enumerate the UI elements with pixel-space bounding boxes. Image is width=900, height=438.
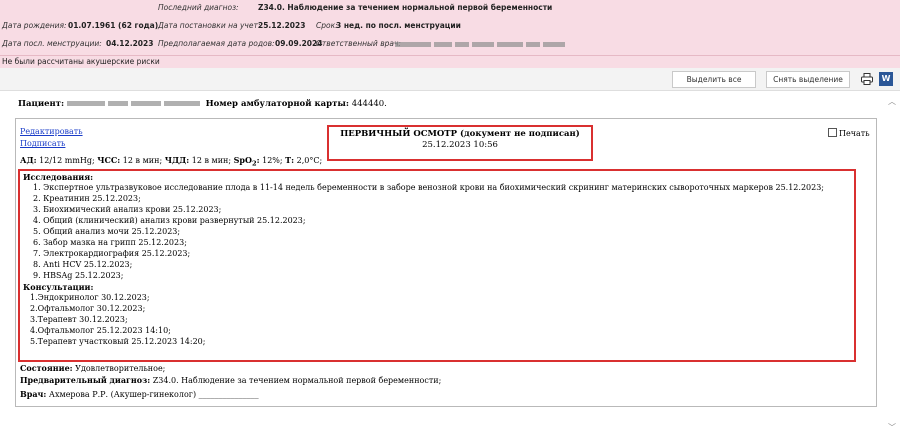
research-header: Исследования: — [23, 172, 94, 182]
research-item: 5. Общий анализ мочи 25.12.2023; — [33, 227, 181, 236]
research-item: 8. Anti HCV 25.12.2023; — [33, 260, 133, 269]
diagnosis-label: Последний диагноз: — [158, 3, 239, 12]
rr-label: ЧДД: — [164, 155, 190, 165]
checkbox-icon[interactable] — [828, 128, 837, 137]
term-value: 3 нед. по посл. менструации — [336, 21, 461, 30]
doctor-label: Врач: — [20, 389, 47, 399]
research-item: 3. Биохимический анализ крови 25.12.2023… — [33, 205, 222, 214]
patient-label: Пациент: — [18, 99, 65, 109]
doctor-line: Врач: Ахмерова Р.Р. (Акушер-гинеколог) _… — [20, 389, 259, 399]
state-label: Состояние: — [20, 363, 73, 373]
registered-value: 25.12.2023 — [258, 21, 306, 30]
card-number-value: 444440. — [351, 99, 387, 109]
hr-label: ЧСС: — [97, 155, 121, 165]
edit-link[interactable]: Редактировать — [20, 127, 83, 136]
vertical-scrollbar[interactable]: ︿ ﹀ — [886, 92, 898, 438]
deselect-button[interactable]: Снять выделение — [766, 71, 850, 88]
prelim-diagnosis-label: Предварительный диагноз: — [20, 375, 151, 385]
patient-line: Пациент: Номер амбулаторной карты: 44444… — [18, 99, 387, 109]
exam-document: Редактировать Подписать ПЕРВИЧНЫЙ ОСМОТР… — [15, 118, 877, 407]
bp-label: АД: — [20, 155, 37, 165]
prelim-diagnosis-line: Предварительный диагноз: Z34.0. Наблюден… — [20, 375, 441, 385]
spo2-label-colon: : — [256, 155, 260, 165]
hr-value: 12 в мин; — [122, 156, 163, 165]
consult-item: 4.Офтальмолог 25.12.2023 14:10; — [30, 326, 171, 335]
birth-value: 01.07.1961 (62 года) — [68, 21, 159, 30]
registered-label: Дата постановки на учет: — [158, 21, 261, 30]
responsible-doctor-label: Ответственный врач: — [316, 39, 401, 48]
toolbar: Выделить все Снять выделение — [0, 68, 900, 91]
research-consult-box: Исследования: 1. Экспертное ультразвуков… — [18, 169, 856, 362]
state-value: Удовлетворительное; — [75, 364, 166, 373]
document-datetime: 25.12.2023 10:56 — [422, 140, 498, 150]
term-label: Срок: — [316, 21, 338, 30]
temp-value: 2,0°C; — [296, 156, 323, 165]
word-export-icon[interactable]: W — [879, 72, 893, 86]
consult-item: 2.Офтальмолог 30.12.2023; — [30, 304, 146, 313]
vitals-line: АД: 12/12 mmHg; ЧСС: 12 в мин; ЧДД: 12 в… — [20, 155, 322, 168]
document-title: ПЕРВИЧНЫЙ ОСМОТР (документ не подписан) — [340, 129, 580, 139]
state-line: Состояние: Удовлетворительное; — [20, 363, 165, 373]
sign-link[interactable]: Подписать — [20, 139, 65, 148]
header-divider — [0, 55, 900, 56]
spo2-value: 12%; — [262, 156, 283, 165]
printer-icon[interactable] — [861, 73, 873, 85]
card-number-label: Номер амбулаторной карты: — [205, 99, 350, 109]
research-item: 2. Креатинин 25.12.2023; — [33, 194, 141, 203]
consult-header: Консультации: — [23, 282, 94, 292]
print-checkbox[interactable]: Печать — [828, 128, 870, 138]
patient-name-redacted — [66, 99, 206, 109]
research-item: 4. Общий (клинический) анализ крови разв… — [33, 216, 306, 225]
scroll-down-icon[interactable]: ﹀ — [888, 422, 896, 433]
consult-item: 1.Эндокринолог 30.12.2023; — [30, 293, 150, 302]
select-all-button[interactable]: Выделить все — [672, 71, 756, 88]
document-title-box: ПЕРВИЧНЫЙ ОСМОТР (документ не подписан) … — [327, 125, 593, 161]
last-menses-value: 04.12.2023 — [106, 39, 154, 48]
birth-label: Дата рождения: — [2, 21, 67, 30]
research-item: 7. Электрокардиография 25.12.2023; — [33, 249, 191, 258]
responsible-doctor-redacted — [395, 39, 568, 48]
doctor-value: Ахмерова Р.Р. (Акушер-гинеколог) _______… — [48, 390, 259, 399]
patient-header: Последний диагноз: Z34.0. Наблюдение за … — [0, 0, 900, 68]
research-item: 1. Экспертное ультразвуковое исследовани… — [33, 183, 824, 192]
rr-value: 12 в мин; — [191, 156, 232, 165]
consult-item: 3.Терапевт 30.12.2023; — [30, 315, 128, 324]
due-date-label: Предполагаемая дата родов: — [158, 39, 275, 48]
spo2-label-main: SpO — [233, 155, 252, 165]
consult-item: 5.Терапевт участковый 25.12.2023 14:20; — [30, 337, 206, 346]
research-item: 9. HBSAg 25.12.2023; — [33, 271, 124, 280]
print-checkbox-label: Печать — [839, 129, 870, 138]
last-menses-label: Дата посл. менструации: — [2, 39, 102, 48]
diagnosis-value: Z34.0. Наблюдение за течением нормальной… — [258, 3, 553, 12]
scroll-up-icon[interactable]: ︿ — [888, 96, 896, 107]
prelim-diagnosis-value: Z34.0. Наблюдение за течением нормальной… — [152, 376, 442, 385]
bp-value: 12/12 mmHg; — [39, 156, 95, 165]
temp-label: Т: — [285, 155, 295, 165]
spo2-label: SpO2: — [233, 155, 260, 168]
research-item: 6. Забор мазка на грипп 25.12.2023; — [33, 238, 187, 247]
risk-note: Не были рассчитаны акушерские риски — [2, 57, 160, 66]
